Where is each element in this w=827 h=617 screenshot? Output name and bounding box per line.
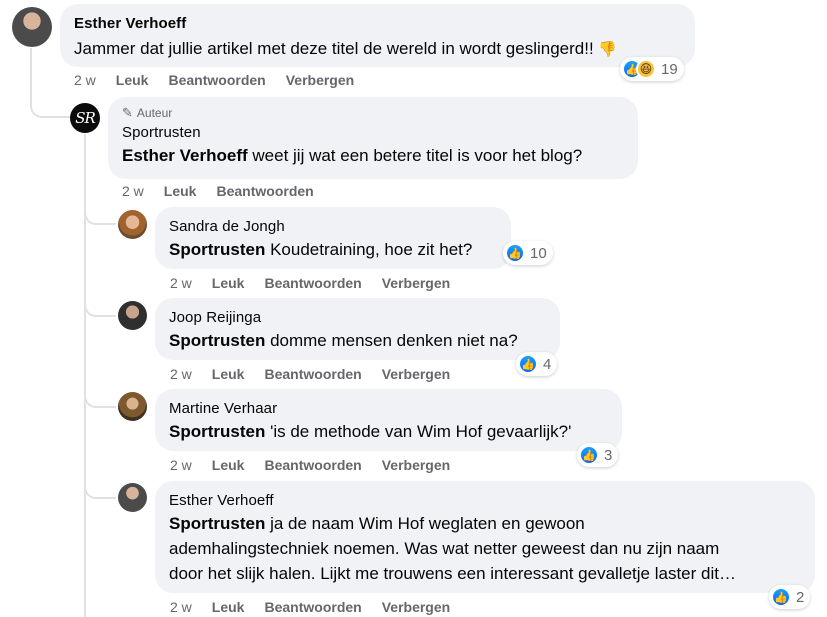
comment-actions: 2 w Leuk Beantwoorden Verbergen bbox=[170, 365, 450, 383]
timestamp[interactable]: 2 w bbox=[170, 366, 192, 382]
like-button[interactable]: Leuk bbox=[212, 275, 245, 291]
timestamp[interactable]: 2 w bbox=[170, 457, 192, 473]
reaction-count: 2 bbox=[796, 588, 805, 606]
mention-link[interactable]: Sportrusten bbox=[169, 331, 265, 350]
comment-text-line: ja de naam Wim Hof weglaten en gewoon bbox=[265, 514, 585, 533]
comment-actions: 2 w Leuk Beantwoorden Verbergen bbox=[170, 456, 450, 474]
comment-bubble: Martine Verhaar Sportrusten 'is de metho… bbox=[155, 389, 622, 451]
comment-text: 'is de methode van Wim Hof gevaarlijk?' bbox=[265, 422, 572, 441]
reaction-summary[interactable]: 👍 2 bbox=[769, 585, 811, 609]
thumbs-up-icon: 👍 bbox=[771, 587, 791, 607]
like-button[interactable]: Leuk bbox=[212, 457, 245, 473]
like-button[interactable]: Leuk bbox=[212, 599, 245, 615]
hide-button[interactable]: Verbergen bbox=[382, 275, 450, 291]
comment-author[interactable]: Esther Verhoeff bbox=[169, 491, 801, 511]
reply-button[interactable]: Beantwoorden bbox=[264, 457, 361, 473]
comment-author[interactable]: Joop Reijinga bbox=[169, 308, 546, 328]
reaction-summary[interactable]: 👍 3 bbox=[577, 443, 619, 467]
comment-actions: 2 w Leuk Beantwoorden bbox=[122, 182, 314, 200]
comment-text-line: ademhalingstechniek noemen. Was wat nett… bbox=[169, 539, 720, 558]
pencil-icon: ✎ bbox=[122, 105, 133, 120]
mention-link[interactable]: Sportrusten bbox=[169, 240, 265, 259]
avatar[interactable]: SR bbox=[70, 103, 100, 133]
comment-author[interactable]: Esther Verhoeff bbox=[74, 14, 681, 34]
reaction-summary[interactable]: 👍 😆 19 bbox=[620, 57, 684, 81]
thread-connector-joop bbox=[84, 295, 116, 317]
avatar[interactable] bbox=[118, 210, 147, 239]
reaction-count: 4 bbox=[543, 355, 552, 373]
thread-connector-sandra bbox=[84, 205, 116, 225]
like-button[interactable]: Leuk bbox=[116, 72, 149, 88]
reaction-count: 10 bbox=[530, 244, 547, 262]
comment-actions: 2 w Leuk Beantwoorden Verbergen bbox=[170, 598, 450, 616]
comment-bubble: Esther Verhoeff Jammer dat jullie artike… bbox=[60, 4, 695, 67]
avatar[interactable] bbox=[118, 483, 147, 512]
hide-button[interactable]: Verbergen bbox=[382, 366, 450, 382]
comment-bubble: Sandra de Jongh Sportrusten Koudetrainin… bbox=[155, 207, 511, 269]
comment-author[interactable]: Martine Verhaar bbox=[169, 399, 608, 419]
comment-text: domme mensen denken niet na? bbox=[265, 331, 518, 350]
avatar[interactable] bbox=[118, 392, 147, 421]
author-badge: ✎ Auteur bbox=[122, 105, 624, 121]
hide-button[interactable]: Verbergen bbox=[382, 457, 450, 473]
reply-button[interactable]: Beantwoorden bbox=[264, 366, 361, 382]
like-button[interactable]: Leuk bbox=[212, 366, 245, 382]
mention-link[interactable]: Esther Verhoeff bbox=[122, 146, 248, 165]
reply-button[interactable]: Beantwoorden bbox=[168, 72, 265, 88]
comment-text-line: door het slijk halen. Lijkt me trouwens … bbox=[169, 564, 736, 583]
hide-button[interactable]: Verbergen bbox=[286, 72, 354, 88]
timestamp[interactable]: 2 w bbox=[74, 72, 96, 88]
thread-line-main bbox=[30, 48, 32, 88]
comment-text: weet jij wat een betere titel is voor he… bbox=[247, 146, 583, 165]
author-badge-label: Auteur bbox=[136, 106, 173, 120]
reaction-summary[interactable]: 👍 10 bbox=[503, 241, 553, 265]
comment-actions: 2 w Leuk Beantwoorden Verbergen bbox=[170, 274, 450, 292]
timestamp[interactable]: 2 w bbox=[170, 275, 192, 291]
reply-button[interactable]: Beantwoorden bbox=[264, 599, 361, 615]
mention-link[interactable]: Sportrusten bbox=[169, 422, 265, 441]
comment-bubble: Esther Verhoeff Sportrusten ja de naam W… bbox=[155, 481, 815, 593]
thumbs-up-icon: 👍 bbox=[579, 445, 599, 465]
thread-connector-martine bbox=[84, 386, 116, 408]
timestamp[interactable]: 2 w bbox=[122, 183, 144, 199]
reply-button[interactable]: Beantwoorden bbox=[216, 183, 313, 199]
avatar[interactable] bbox=[118, 301, 147, 330]
thumbs-down-emoji-icon: 👎 bbox=[598, 41, 618, 58]
comment-author[interactable]: Sportrusten bbox=[122, 123, 624, 143]
reply-button[interactable]: Beantwoorden bbox=[264, 275, 361, 291]
reaction-count: 19 bbox=[661, 60, 678, 78]
avatar[interactable] bbox=[12, 7, 52, 47]
haha-emoji-icon: 😆 bbox=[636, 59, 656, 79]
reaction-count: 3 bbox=[604, 446, 613, 464]
comment-author[interactable]: Sandra de Jongh bbox=[169, 217, 497, 237]
timestamp[interactable]: 2 w bbox=[170, 599, 192, 615]
comment-bubble: Joop Reijinga Sportrusten domme mensen d… bbox=[155, 298, 560, 360]
thread-connector-esther-2 bbox=[84, 477, 116, 499]
thumbs-up-icon: 👍 bbox=[518, 354, 538, 374]
thumbs-up-icon: 👍 bbox=[505, 243, 525, 263]
comment-bubble: ✎ Auteur Sportrusten Esther Verhoeff wee… bbox=[108, 97, 638, 179]
hide-button[interactable]: Verbergen bbox=[382, 599, 450, 615]
thread-connector-reply bbox=[30, 86, 70, 118]
comment-actions: 2 w Leuk Beantwoorden Verbergen bbox=[74, 71, 354, 89]
mention-link[interactable]: Sportrusten bbox=[169, 514, 265, 533]
reaction-summary[interactable]: 👍 4 bbox=[516, 352, 558, 376]
like-button[interactable]: Leuk bbox=[164, 183, 197, 199]
comment-text: Jammer dat jullie artikel met deze titel… bbox=[74, 39, 594, 58]
comment-text: Koudetraining, hoe zit het? bbox=[265, 240, 473, 259]
